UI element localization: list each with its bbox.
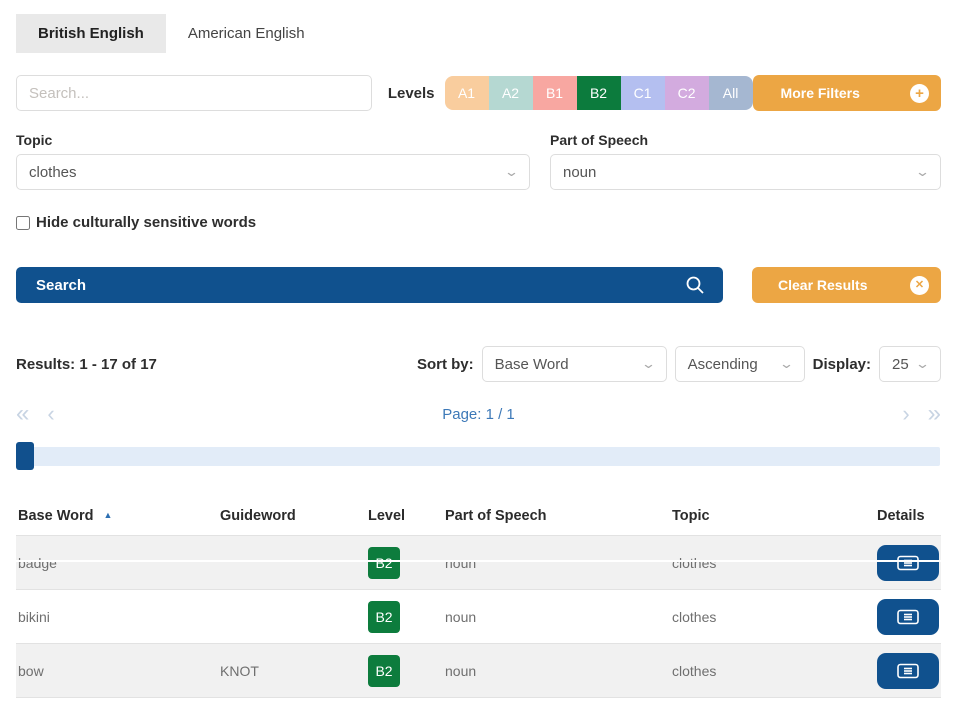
- dialect-tabs: British English American English: [16, 14, 941, 53]
- base-word-cell: bikini: [18, 609, 220, 625]
- scrollbar-thumb[interactable]: [16, 442, 34, 470]
- more-filters-button[interactable]: More Filters +: [753, 75, 941, 111]
- header-details: Details: [877, 508, 939, 524]
- sensitive-words-row: Hide culturally sensitive words: [16, 214, 941, 231]
- level-badge: B2: [368, 547, 400, 579]
- header-topic[interactable]: Topic: [672, 508, 877, 524]
- results-table: Base Word ▲ Guideword Level Part of Spee…: [16, 496, 941, 701]
- search-input[interactable]: [16, 75, 372, 111]
- sort-field-select[interactable]: Base Word ⌄: [482, 346, 667, 382]
- display-label: Display:: [813, 356, 871, 373]
- pos-value: noun: [563, 164, 596, 181]
- level-cell: B2: [368, 601, 445, 633]
- table-row: bowKNOTB2 nounclothes: [16, 644, 941, 698]
- level-cell: B2: [368, 547, 445, 579]
- details-cell: [877, 599, 939, 635]
- topic-cell: clothes: [672, 609, 877, 625]
- details-button[interactable]: [877, 599, 939, 635]
- entry-card-icon: [897, 663, 919, 679]
- more-filters-label: More Filters: [781, 85, 860, 101]
- base-word-cell: badge: [18, 555, 220, 571]
- levels-label: Levels: [388, 85, 435, 102]
- base-word-cell: bow: [18, 663, 220, 679]
- sort-order-select[interactable]: Ascending ⌄: [675, 346, 805, 382]
- level-badge: B2: [368, 655, 400, 687]
- chevron-down-icon: ⌄: [641, 356, 656, 372]
- level-badge-c2[interactable]: C2: [665, 76, 709, 110]
- level-badge-b1[interactable]: B1: [533, 76, 577, 110]
- sort-by-label: Sort by:: [417, 356, 474, 373]
- page-indicator: Page: 1 / 1: [55, 406, 903, 423]
- tab-british-english[interactable]: British English: [16, 14, 166, 53]
- level-badge-c1[interactable]: C1: [621, 76, 665, 110]
- pos-cell: noun: [445, 663, 672, 679]
- chevron-down-icon: ⌄: [779, 356, 794, 372]
- table-row: badge B2 nounclothes: [16, 536, 941, 590]
- level-cell: B2: [368, 655, 445, 687]
- hide-sensitive-label[interactable]: Hide culturally sensitive words: [36, 214, 256, 231]
- display-count-select[interactable]: 25 ⌄: [879, 346, 941, 382]
- results-row: Results: 1 - 17 of 17 Sort by: Base Word…: [16, 346, 941, 382]
- results-summary: Results: 1 - 17 of 17: [16, 356, 157, 373]
- horizontal-scrollbar: [16, 442, 941, 470]
- hide-sensitive-checkbox[interactable]: [16, 216, 30, 230]
- level-badge-all[interactable]: All: [709, 76, 753, 110]
- sort-group: Sort by: Base Word ⌄ Ascending ⌄ Display…: [417, 346, 941, 382]
- level-badge-b2[interactable]: B2: [577, 76, 621, 110]
- pagination: « ‹ Page: 1 / 1 › »: [16, 402, 941, 426]
- sort-order-value: Ascending: [688, 356, 758, 373]
- filter-row: Levels A1A2B1B2C1C2All More Filters +: [16, 75, 941, 111]
- clear-results-label: Clear Results: [778, 277, 867, 293]
- level-badge: B2: [368, 601, 400, 633]
- entry-card-icon: [897, 555, 919, 571]
- chevron-down-icon: ⌄: [915, 164, 930, 180]
- pos-label: Part of Speech: [550, 132, 941, 148]
- pos-cell: noun: [445, 609, 672, 625]
- table-header-row: Base Word ▲ Guideword Level Part of Spee…: [16, 496, 941, 536]
- header-part-of-speech[interactable]: Part of Speech: [445, 508, 672, 524]
- row-divider-artifact: [16, 560, 941, 562]
- table-body: badgeB2nounclothesbikiniB2nounclothesbow…: [16, 536, 941, 698]
- header-guideword[interactable]: Guideword: [220, 508, 368, 524]
- level-badge-a1[interactable]: A1: [445, 76, 489, 110]
- details-cell: [877, 545, 939, 581]
- search-button[interactable]: Search: [16, 267, 723, 303]
- clear-results-button[interactable]: Clear Results ✕: [752, 267, 941, 303]
- guideword-cell: KNOT: [220, 663, 368, 679]
- close-icon: ✕: [910, 276, 929, 295]
- chevron-down-icon: ⌄: [915, 356, 930, 372]
- topic-label: Topic: [16, 132, 530, 148]
- topic-cell: clothes: [672, 663, 877, 679]
- sort-field-value: Base Word: [495, 356, 569, 373]
- details-button[interactable]: [877, 653, 939, 689]
- display-count-value: 25: [892, 356, 909, 373]
- prev-page-icon[interactable]: ‹: [47, 403, 54, 425]
- first-page-icon[interactable]: «: [16, 402, 29, 426]
- topic-cell: clothes: [672, 555, 877, 571]
- topic-select[interactable]: clothes ⌄: [16, 154, 530, 190]
- search-button-label: Search: [36, 277, 86, 294]
- tab-american-english[interactable]: American English: [166, 14, 327, 53]
- header-base-word[interactable]: Base Word ▲: [18, 508, 220, 524]
- pos-cell: noun: [445, 555, 672, 571]
- level-badge-a2[interactable]: A2: [489, 76, 533, 110]
- header-level[interactable]: Level: [368, 508, 445, 524]
- table-row: bikini B2 nounclothes: [16, 590, 941, 644]
- pos-select[interactable]: noun ⌄: [550, 154, 941, 190]
- action-row: Search Clear Results ✕: [16, 267, 941, 303]
- next-page-icon[interactable]: ›: [902, 403, 909, 425]
- topic-value: clothes: [29, 164, 77, 181]
- plus-icon: +: [910, 84, 929, 103]
- levels-group: A1A2B1B2C1C2All: [445, 76, 753, 110]
- search-icon: [685, 275, 705, 295]
- scrollbar-track[interactable]: [16, 447, 940, 466]
- vocabulary-search-page: British English American English Levels …: [0, 14, 957, 701]
- sort-ascending-icon: ▲: [104, 510, 113, 520]
- entry-card-icon: [897, 609, 919, 625]
- chevron-down-icon: ⌄: [504, 164, 519, 180]
- details-cell: [877, 653, 939, 689]
- details-button[interactable]: [877, 545, 939, 581]
- topic-pos-row: Topic clothes ⌄ Part of Speech noun ⌄: [16, 132, 941, 190]
- last-page-icon[interactable]: »: [928, 402, 941, 426]
